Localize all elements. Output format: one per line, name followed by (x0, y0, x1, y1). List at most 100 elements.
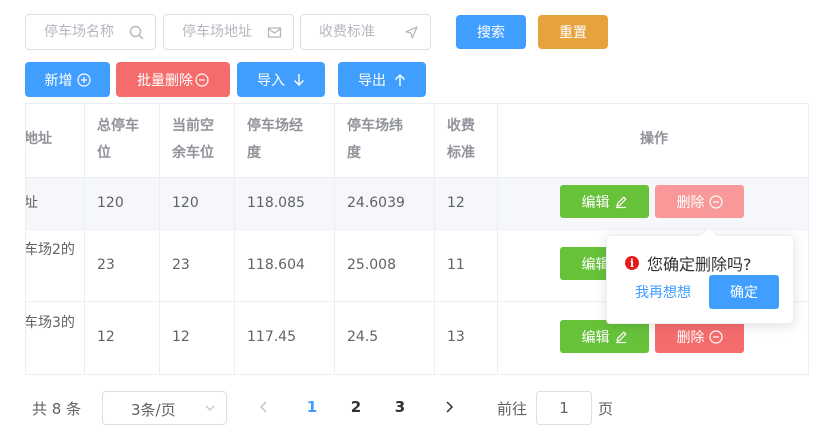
edit-label: 编辑 (581, 329, 610, 346)
row-3-address: 车场3的 (25, 315, 75, 331)
header-actions: 操作 (498, 126, 808, 153)
search-button[interactable]: 搜索 (456, 15, 526, 49)
page-2[interactable]: 2 (346, 398, 366, 416)
arrow-down-icon (293, 73, 305, 87)
row-2-latitude: 25.008 (347, 257, 396, 273)
search-icon (129, 25, 144, 40)
header-longitude-line1: 停车场经 (247, 118, 303, 134)
plus-circle-icon (76, 72, 91, 87)
edit-icon (614, 330, 628, 344)
edit-label: 编辑 (581, 194, 610, 211)
header-total-spaces-line1: 总停车 (97, 118, 139, 134)
pagination-total: 共 8 条 (32, 398, 81, 419)
row-2-fee: 11 (447, 257, 465, 273)
row-3-edit-button[interactable]: 编辑 (560, 320, 649, 353)
chevron-right-icon (446, 401, 454, 413)
import-button-label: 导入 (257, 72, 285, 89)
row-1-longitude: 118.085 (247, 195, 305, 211)
page-size-select[interactable]: 3条/页 (102, 391, 227, 425)
row-3-delete-button[interactable]: 删除 (655, 320, 744, 353)
delete-popconfirm: i 您确定删除吗? 我再想想 确定 (606, 226, 794, 324)
row-2-free: 23 (172, 257, 190, 273)
goto-suffix: 页 (598, 400, 614, 418)
minus-circle-icon (708, 329, 723, 344)
table-column-divider (159, 104, 160, 374)
chevron-down-icon (204, 402, 216, 418)
batch-delete-button[interactable]: 批量删除 (116, 62, 230, 97)
export-button-label: 导出 (358, 72, 386, 89)
header-address: 地址 (25, 126, 52, 153)
fee-standard-search[interactable] (300, 14, 431, 50)
header-fee: 收费 标准 (447, 113, 475, 167)
add-button-label: 新增 (44, 72, 73, 89)
search-button-label: 搜索 (477, 25, 505, 41)
table-row: 车场3的 (25, 310, 75, 337)
pagination-total-count: 8 (51, 400, 62, 418)
row-1-address: 址 (25, 195, 38, 211)
location-arrow-icon (404, 25, 419, 40)
header-latitude-line1: 停车场纬 (347, 118, 403, 134)
reset-button[interactable]: 重置 (538, 15, 608, 49)
header-total-spaces: 总停车 位 (97, 113, 139, 167)
header-latitude-line2: 度 (347, 145, 361, 161)
header-fee-line2: 标准 (447, 145, 475, 161)
goto-prefix: 前往 (497, 400, 528, 418)
header-free-spaces: 当前空 余车位 (172, 113, 214, 167)
row-1-delete-button[interactable]: 删除 (655, 185, 744, 218)
add-button[interactable]: 新增 (25, 62, 110, 97)
minus-circle-icon (708, 194, 723, 209)
header-longitude-line2: 度 (247, 145, 261, 161)
parking-name-search[interactable] (25, 14, 156, 50)
row-3-total: 12 (97, 329, 115, 345)
popconfirm-confirm-button[interactable]: 确定 (709, 275, 779, 309)
table-column-divider (434, 104, 435, 374)
table-divider (26, 177, 808, 178)
header-longitude: 停车场经 度 (247, 113, 303, 167)
page-1[interactable]: 1 (302, 398, 322, 416)
header-free-spaces-line2: 余车位 (172, 145, 214, 161)
table-row: 址 (25, 190, 38, 217)
pagination-total-prefix: 共 (32, 400, 48, 418)
goto-page-input[interactable] (537, 392, 591, 424)
import-button[interactable]: 导入 (237, 62, 325, 97)
row-1-free: 120 (172, 195, 199, 211)
batch-delete-button-label: 批量删除 (137, 72, 193, 89)
table-column-divider (234, 104, 235, 374)
parking-address-search[interactable] (163, 14, 294, 50)
chevron-left-icon (259, 401, 267, 413)
info-icon: i (625, 256, 639, 270)
row-1-total: 120 (97, 195, 124, 211)
popconfirm-cancel-button[interactable]: 我再想想 (635, 282, 691, 302)
page-3[interactable]: 3 (390, 398, 410, 416)
header-total-spaces-line2: 位 (97, 145, 111, 161)
next-page-button[interactable] (443, 399, 455, 419)
popconfirm-message: i 您确定删除吗? (625, 251, 752, 275)
page-size-value: 3条/页 (131, 401, 176, 419)
pagination-total-suffix: 条 (66, 400, 82, 418)
popconfirm-confirm-label: 确定 (730, 285, 758, 301)
prev-page-button[interactable] (258, 399, 270, 419)
minus-circle-icon (195, 72, 209, 87)
header-actions-text: 操作 (640, 131, 668, 147)
header-latitude: 停车场纬 度 (347, 113, 403, 167)
header-free-spaces-line1: 当前空 (172, 118, 214, 134)
table-column-divider (334, 104, 335, 374)
export-button[interactable]: 导出 (338, 62, 426, 97)
reset-button-label: 重置 (559, 25, 587, 41)
row-1-edit-button[interactable]: 编辑 (560, 185, 649, 218)
goto-page-field[interactable] (536, 391, 592, 425)
row-1-latitude: 24.6039 (347, 195, 405, 211)
header-fee-line1: 收费 (447, 118, 475, 134)
popconfirm-message-text: 您确定删除吗? (647, 255, 752, 274)
table-column-divider (84, 104, 85, 374)
row-2-total: 23 (97, 257, 115, 273)
mail-icon (267, 25, 282, 40)
row-3-free: 12 (172, 329, 190, 345)
delete-label: 删除 (676, 329, 705, 346)
table-row: 车场2的 (26, 237, 75, 264)
row-3-fee: 13 (447, 329, 465, 345)
row-3-latitude: 24.5 (347, 329, 379, 345)
row-3-longitude: 117.45 (247, 329, 296, 345)
header-address-text: 地址 (25, 131, 52, 147)
edit-icon (614, 195, 628, 209)
